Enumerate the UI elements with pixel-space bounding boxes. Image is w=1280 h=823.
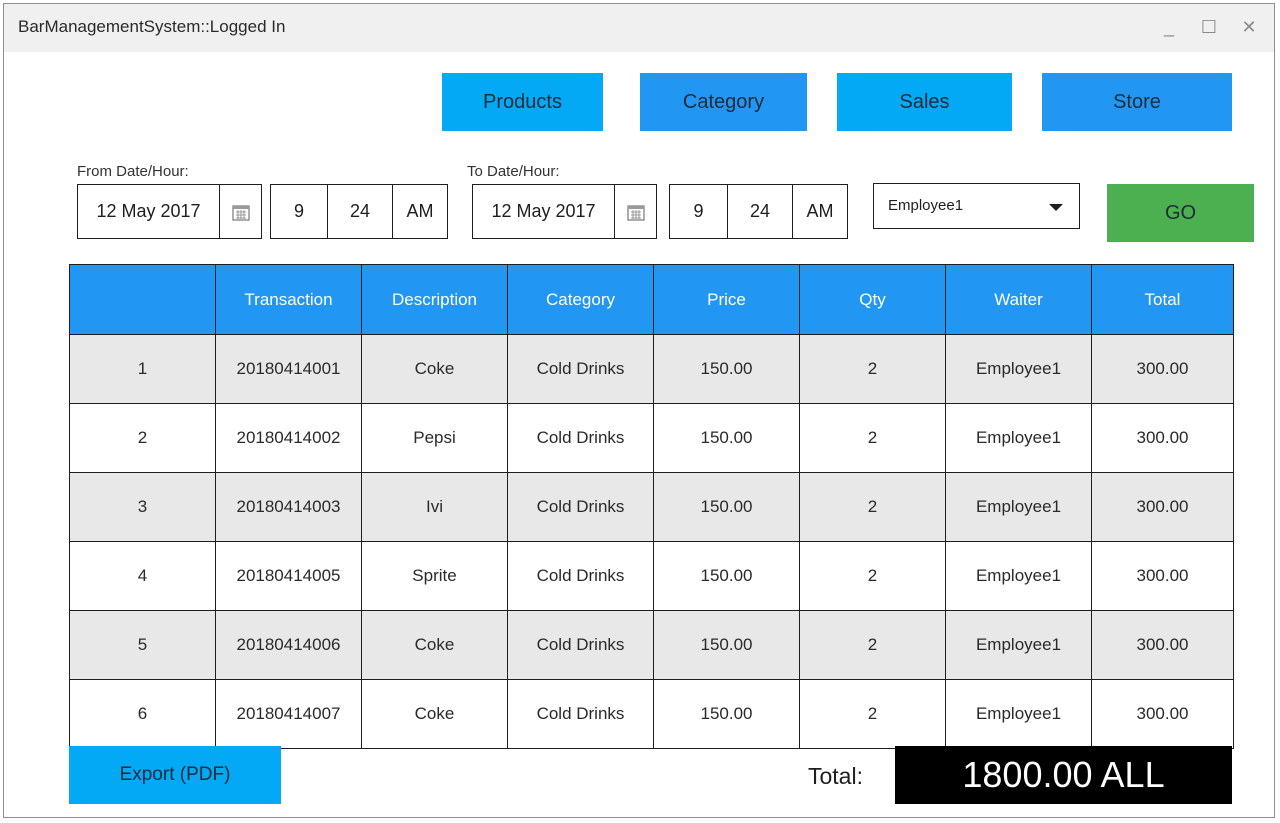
table-cell: 150.00 [653,610,800,680]
table-cell: 150.00 [653,679,800,749]
to-minute-input[interactable]: 24 [727,184,793,239]
to-date-label: To Date/Hour: [467,163,560,180]
from-ampm-input[interactable]: AM [392,184,448,239]
table-cell: Coke [361,334,508,404]
table-row[interactable]: 2 20180414002 Pepsi Cold Drinks 150.00 2… [69,403,1234,473]
table-cell: 300.00 [1091,403,1234,473]
table-cell: 2 [799,403,946,473]
table-cell: 150.00 [653,334,800,404]
table-cell: Coke [361,679,508,749]
table-cell: 2 [799,541,946,611]
column-header-qty[interactable]: Qty [799,264,946,335]
table-cell: Coke [361,610,508,680]
table-cell: Employee1 [945,610,1092,680]
table-cell: 150.00 [653,472,800,542]
table-cell: Cold Drinks [507,679,654,749]
to-date-input[interactable]: 12 May 2017 [472,184,615,239]
table-cell: 150.00 [653,541,800,611]
employee-select-value: Employee1 [888,197,964,214]
table-row[interactable]: 5 20180414006 Coke Cold Drinks 150.00 2 … [69,610,1234,680]
table-cell: 20180414003 [215,472,362,542]
title-bar: BarManagementSystem::Logged In _ ☐ ✕ [4,4,1274,52]
table-cell: 2 [799,679,946,749]
to-date-picker-button[interactable] [614,184,657,239]
table-cell: 6 [69,679,216,749]
sales-button[interactable]: Sales [837,73,1012,131]
table-cell: 300.00 [1091,679,1234,749]
to-ampm-input[interactable]: AM [792,184,848,239]
calendar-icon [626,204,645,221]
table-cell: 2 [799,334,946,404]
window-title: BarManagementSystem::Logged In [18,17,286,36]
export-pdf-button[interactable]: Export (PDF) [69,746,281,804]
table-row[interactable]: 1 20180414001 Coke Cold Drinks 150.00 2 … [69,334,1234,404]
app-window: BarManagementSystem::Logged In _ ☐ ✕ Pro… [3,3,1275,818]
column-header-category[interactable]: Category [507,264,654,335]
column-header-total[interactable]: Total [1091,264,1234,335]
table-cell: 300.00 [1091,610,1234,680]
table-row[interactable]: 3 20180414003 Ivi Cold Drinks 150.00 2 E… [69,472,1234,542]
column-header-waiter[interactable]: Waiter [945,264,1092,335]
table-cell: 300.00 [1091,472,1234,542]
category-button[interactable]: Category [640,73,807,131]
table-cell: 2 [799,610,946,680]
maximize-button[interactable]: ☐ [1194,12,1224,42]
column-header-transaction[interactable]: Transaction [215,264,362,335]
from-date-input[interactable]: 12 May 2017 [77,184,220,239]
table-cell: Cold Drinks [507,472,654,542]
from-date-label: From Date/Hour: [77,163,189,180]
table-cell: 2 [799,472,946,542]
table-cell: Cold Drinks [507,610,654,680]
column-header-price[interactable]: Price [653,264,800,335]
minimize-button[interactable]: _ [1154,12,1184,42]
table-row[interactable]: 6 20180414007 Coke Cold Drinks 150.00 2 … [69,679,1234,749]
table-row[interactable]: 4 20180414005 Sprite Cold Drinks 150.00 … [69,541,1234,611]
from-hour-input[interactable]: 9 [270,184,328,239]
table-cell: 20180414001 [215,334,362,404]
table-cell: 4 [69,541,216,611]
table-cell: Employee1 [945,334,1092,404]
column-header-index[interactable] [69,264,216,335]
table-cell: 20180414002 [215,403,362,473]
to-hour-input[interactable]: 9 [669,184,728,239]
from-minute-input[interactable]: 24 [327,184,393,239]
calendar-icon [231,204,250,221]
total-label: Total: [808,763,863,789]
table-cell: 3 [69,472,216,542]
table-cell: Sprite [361,541,508,611]
from-date-picker-button[interactable] [219,184,262,239]
table-cell: 150.00 [653,403,800,473]
table-cell: Ivi [361,472,508,542]
chevron-down-icon [1049,204,1063,211]
table-header-row: Transaction Description Category Price Q… [69,264,1234,335]
table-cell: 300.00 [1091,334,1234,404]
total-value: 1800.00 ALL [895,746,1232,804]
table-cell: 300.00 [1091,541,1234,611]
go-button[interactable]: GO [1107,184,1254,242]
table-cell: 1 [69,334,216,404]
table-cell: 20180414006 [215,610,362,680]
table-cell: Pepsi [361,403,508,473]
products-button[interactable]: Products [442,73,603,131]
table-cell: 2 [69,403,216,473]
store-button[interactable]: Store [1042,73,1232,131]
table-cell: 20180414007 [215,679,362,749]
employee-select[interactable]: Employee1 [873,183,1080,229]
table-cell: Employee1 [945,541,1092,611]
table-cell: 20180414005 [215,541,362,611]
table-cell: Cold Drinks [507,541,654,611]
transactions-table: Transaction Description Category Price Q… [69,264,1234,749]
table-cell: Cold Drinks [507,403,654,473]
close-button[interactable]: ✕ [1234,12,1264,42]
table-cell: Cold Drinks [507,334,654,404]
table-cell: Employee1 [945,403,1092,473]
table-cell: Employee1 [945,679,1092,749]
table-cell: Employee1 [945,472,1092,542]
column-header-description[interactable]: Description [361,264,508,335]
table-cell: 5 [69,610,216,680]
